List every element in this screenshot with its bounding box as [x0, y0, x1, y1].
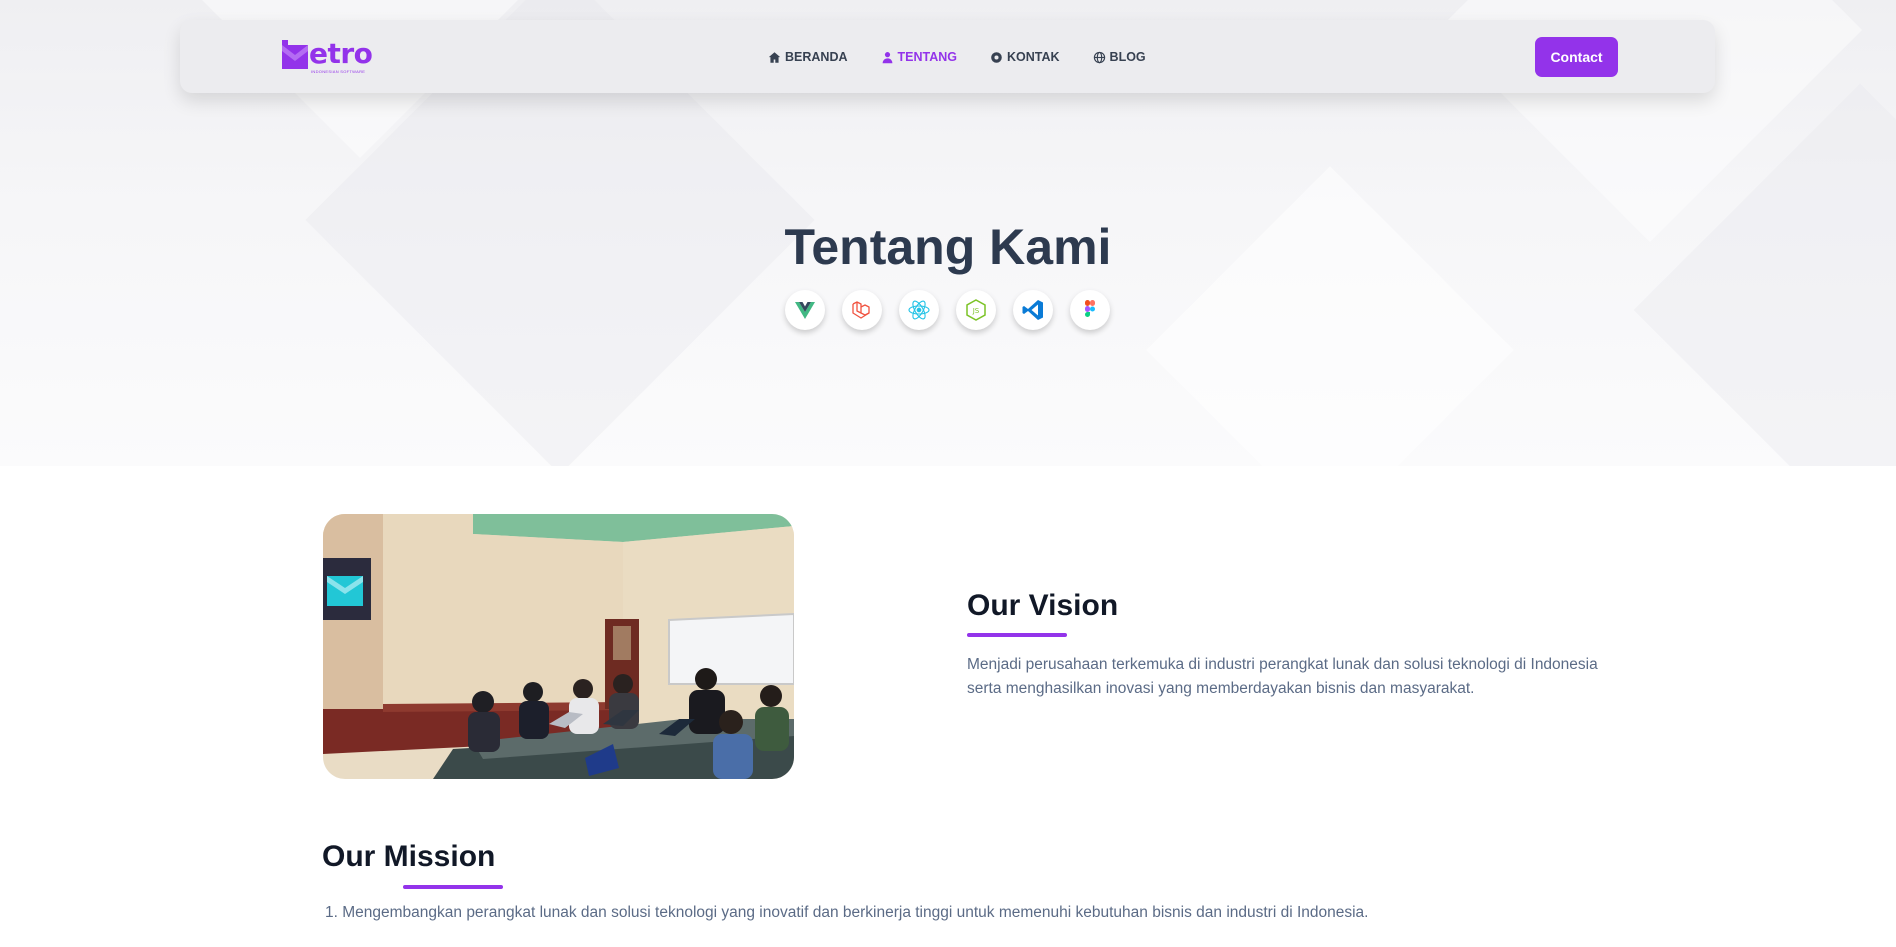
- nav-item-beranda[interactable]: BERANDA: [768, 49, 848, 65]
- svg-text:JS: JS: [972, 307, 980, 315]
- mission-section: Our Mission 1. Mengembangkan perangkat l…: [322, 840, 1622, 924]
- nav-item-label: TENTANG: [897, 50, 958, 64]
- mission-list: 1. Mengembangkan perangkat lunak dan sol…: [322, 902, 1622, 924]
- laravel-icon: [842, 290, 882, 330]
- home-icon: [768, 51, 781, 63]
- page-title: Tentang Kami: [784, 219, 1112, 275]
- navbar: etro INDONESIAN SOFTWARE BERANDA TENTANG…: [180, 20, 1715, 93]
- contact-button[interactable]: Contact: [1535, 37, 1618, 77]
- nav-links: BERANDA TENTANG KONTAK BLOG: [768, 49, 1179, 65]
- team-photo: [323, 514, 794, 779]
- nav-item-label: BLOG: [1109, 50, 1146, 64]
- mission-title: Our Mission: [322, 840, 496, 873]
- brand-logo[interactable]: etro INDONESIAN SOFTWARE: [280, 39, 375, 75]
- nav-item-blog[interactable]: BLOG: [1093, 49, 1146, 65]
- react-icon: [899, 290, 939, 330]
- mission-item: 1. Mengembangkan perangkat lunak dan sol…: [325, 904, 1369, 921]
- nav-item-kontak[interactable]: KONTAK: [990, 49, 1060, 65]
- contact-icon: [991, 51, 1002, 63]
- vision-title-underline: [967, 633, 1067, 637]
- vue-icon: [785, 290, 825, 330]
- logo-mark-icon: [280, 39, 310, 73]
- user-icon: [882, 51, 892, 63]
- vision-title: Our Vision: [967, 589, 1119, 622]
- logo-subtitle: INDONESIAN SOFTWARE: [311, 69, 366, 74]
- vision-text: Menjadi perusahaan terkemuka di industri…: [967, 656, 1598, 697]
- hero-decor-shape: [1146, 166, 1514, 466]
- nav-item-tentang[interactable]: TENTANG: [881, 49, 958, 65]
- vision-section: Our Vision Menjadi perusahaan terkemuka …: [967, 589, 1607, 701]
- figma-icon: [1070, 290, 1110, 330]
- logo-text: etro: [309, 37, 373, 70]
- nodejs-icon: JS: [956, 290, 996, 330]
- nav-item-label: KONTAK: [1007, 50, 1060, 64]
- tech-stack-icons: JS: [785, 290, 1127, 330]
- globe-icon: [1093, 51, 1105, 63]
- vscode-icon: [1013, 290, 1053, 330]
- mission-title-underline: [403, 885, 503, 889]
- nav-item-label: BERANDA: [785, 50, 848, 64]
